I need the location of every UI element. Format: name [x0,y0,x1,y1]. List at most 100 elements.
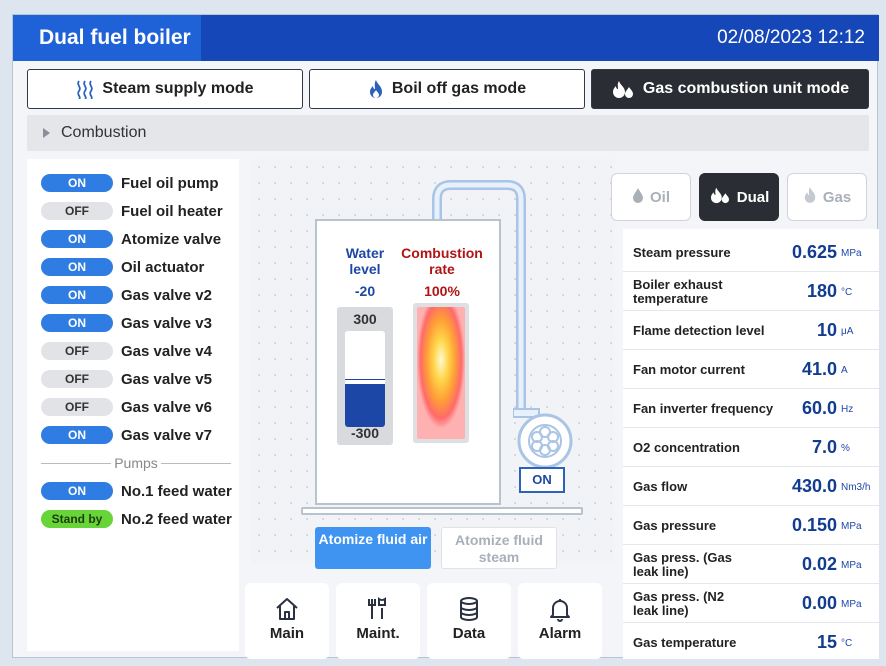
device-label: Gas valve v6 [121,398,212,416]
flame-icon [368,79,384,99]
date-time: 02/08/2023 12:12 [717,27,865,48]
measurement-value: 0.150 [791,515,837,535]
device-label: Atomize valve [121,230,222,248]
measurement-unit: MPa [841,248,862,259]
pumps-header: Pumps [41,455,231,471]
device-label: Fuel oil pump [121,174,219,192]
app-title: Dual fuel boiler [13,15,201,61]
measurement-unit: Hz [841,404,854,415]
measurement-row: Fan motor current 41.0 A [623,350,879,389]
measurement-label: Fan inverter frequency [633,400,774,416]
measurement-row: O2 concentration 7.0 % [623,428,879,467]
measurement-row: Gas flow 430.0 Nm3/h [623,467,879,506]
double-flame-icon [611,79,635,99]
measurement-label: Flame detection level [633,322,765,338]
measurement-unit: MPa [841,560,862,571]
device-status-panel: ON Fuel oil pump OFF Fuel oil heater ON … [27,159,239,651]
measurement-value: 0.02 [801,554,837,574]
status-pill[interactable]: Stand by [41,510,113,528]
nav-label: Data [452,625,486,642]
measurement-row: Steam pressure 0.625 MPa [623,233,879,272]
device-row-fuel-oil-heater: OFF Fuel oil heater [41,201,223,221]
device-label: Gas valve v3 [121,314,212,332]
nav-label: Alarm [538,625,582,642]
status-pill[interactable]: ON [41,258,113,276]
fan-status[interactable]: ON [519,467,565,493]
fuel-mode-oil-button[interactable]: Oil [611,173,691,221]
status-pill[interactable]: ON [41,482,113,500]
mode-tabs: Steam supply mode Boil off gas mode Gas … [27,69,869,109]
measurement-unit: A [841,365,848,376]
fan-icon [513,408,573,469]
section-label: Combustion [61,124,147,141]
measurement-value: 0.00 [801,593,837,613]
measurement-row: Gas temperature 15 °C [623,623,879,662]
measurement-value: 10 [816,320,837,340]
status-pill[interactable]: ON [41,314,113,332]
status-pill[interactable]: ON [41,174,113,192]
device-row-gas-valve-v3: ON Gas valve v3 [41,313,212,333]
fuel-mode-label: Dual [736,188,770,206]
water-fill [345,383,385,427]
fuel-mode-dual-button[interactable]: Dual [699,173,779,221]
section-combustion[interactable]: Combustion [27,115,869,151]
atomize-fluid-steam-button[interactable]: Atomize fluid steam [441,527,557,569]
fuel-mode-label: Gas [822,188,852,206]
measurement-row: Flame detection level 10 μA [623,311,879,350]
double-flame-icon [709,186,731,208]
status-pill[interactable]: OFF [41,202,113,220]
nav-label: Main [269,625,305,642]
measurement-row: Gas press. (N2 leak line) 0.00 MPa [623,584,879,623]
atomize-fluid-air-button[interactable]: Atomize fluid air [315,527,431,569]
nav-main-button[interactable]: Main [245,583,329,659]
status-pill[interactable]: OFF [41,342,113,360]
pump-row-no1-feed-water: ON No.1 feed water [41,481,232,501]
tab-boil-off-gas-mode[interactable]: Boil off gas mode [309,69,585,109]
measurement-label: O2 concentration [633,439,740,455]
measurement-label: Boiler exhaust temperature [633,276,723,306]
home-icon [245,593,329,625]
measurement-row: Gas pressure 0.150 MPa [623,506,879,545]
device-row-gas-valve-v5: OFF Gas valve v5 [41,369,212,389]
oil-drop-icon [632,187,644,207]
status-pill[interactable]: OFF [41,370,113,388]
combustion-flame-display [413,303,469,443]
status-pill[interactable]: ON [41,230,113,248]
device-label: Fuel oil heater [121,202,223,220]
device-label: Gas valve v2 [121,286,212,304]
fuel-mode-gas-button[interactable]: Gas [787,173,867,221]
flame-graphic [417,307,465,439]
nav-data-button[interactable]: Data [427,583,511,659]
expand-arrow-icon [43,128,50,138]
boiler-diagram: Water level -20 Combustion rate 100% 300… [251,159,615,569]
water-level-value: -20 [354,283,376,299]
measurement-unit: °C [841,638,853,649]
nav-alarm-button[interactable]: Alarm [518,583,602,659]
fan-unit: ON [513,405,587,493]
measurement-value: 0.625 [791,242,837,262]
status-pill[interactable]: ON [41,286,113,304]
combustion-rate-title: Combustion rate [401,245,483,277]
measurement-value: 15 [816,632,837,652]
gauge-max: 300 [353,311,377,327]
measurement-label: Gas pressure [633,517,717,533]
database-icon [427,593,511,625]
measurement-value: 180 [806,281,837,301]
measurement-unit: % [841,443,850,454]
app-window: Dual fuel boiler 02/08/2023 12:12 Steam … [12,14,879,659]
measurement-unit: MPa [841,599,862,610]
tab-gas-combustion-unit-mode[interactable]: Gas combustion unit mode [591,69,869,109]
measurement-row: Boiler exhaust temperature 180 °C [623,272,879,311]
measurement-label: Gas temperature [633,634,737,650]
device-label: Gas valve v5 [121,370,212,388]
measurement-unit: MPa [841,521,862,532]
nav-maint-button[interactable]: Maint. [336,583,420,659]
water-level-title: Water level [345,245,385,277]
pump-label: No.1 feed water [121,482,232,500]
measurement-unit: °C [841,287,853,298]
status-pill[interactable]: OFF [41,398,113,416]
measurement-label: Steam pressure [633,244,731,260]
measurement-label: Gas press. (N2 leak line) [633,588,725,618]
tab-steam-supply-mode[interactable]: Steam supply mode [27,69,303,109]
status-pill[interactable]: ON [41,426,113,444]
